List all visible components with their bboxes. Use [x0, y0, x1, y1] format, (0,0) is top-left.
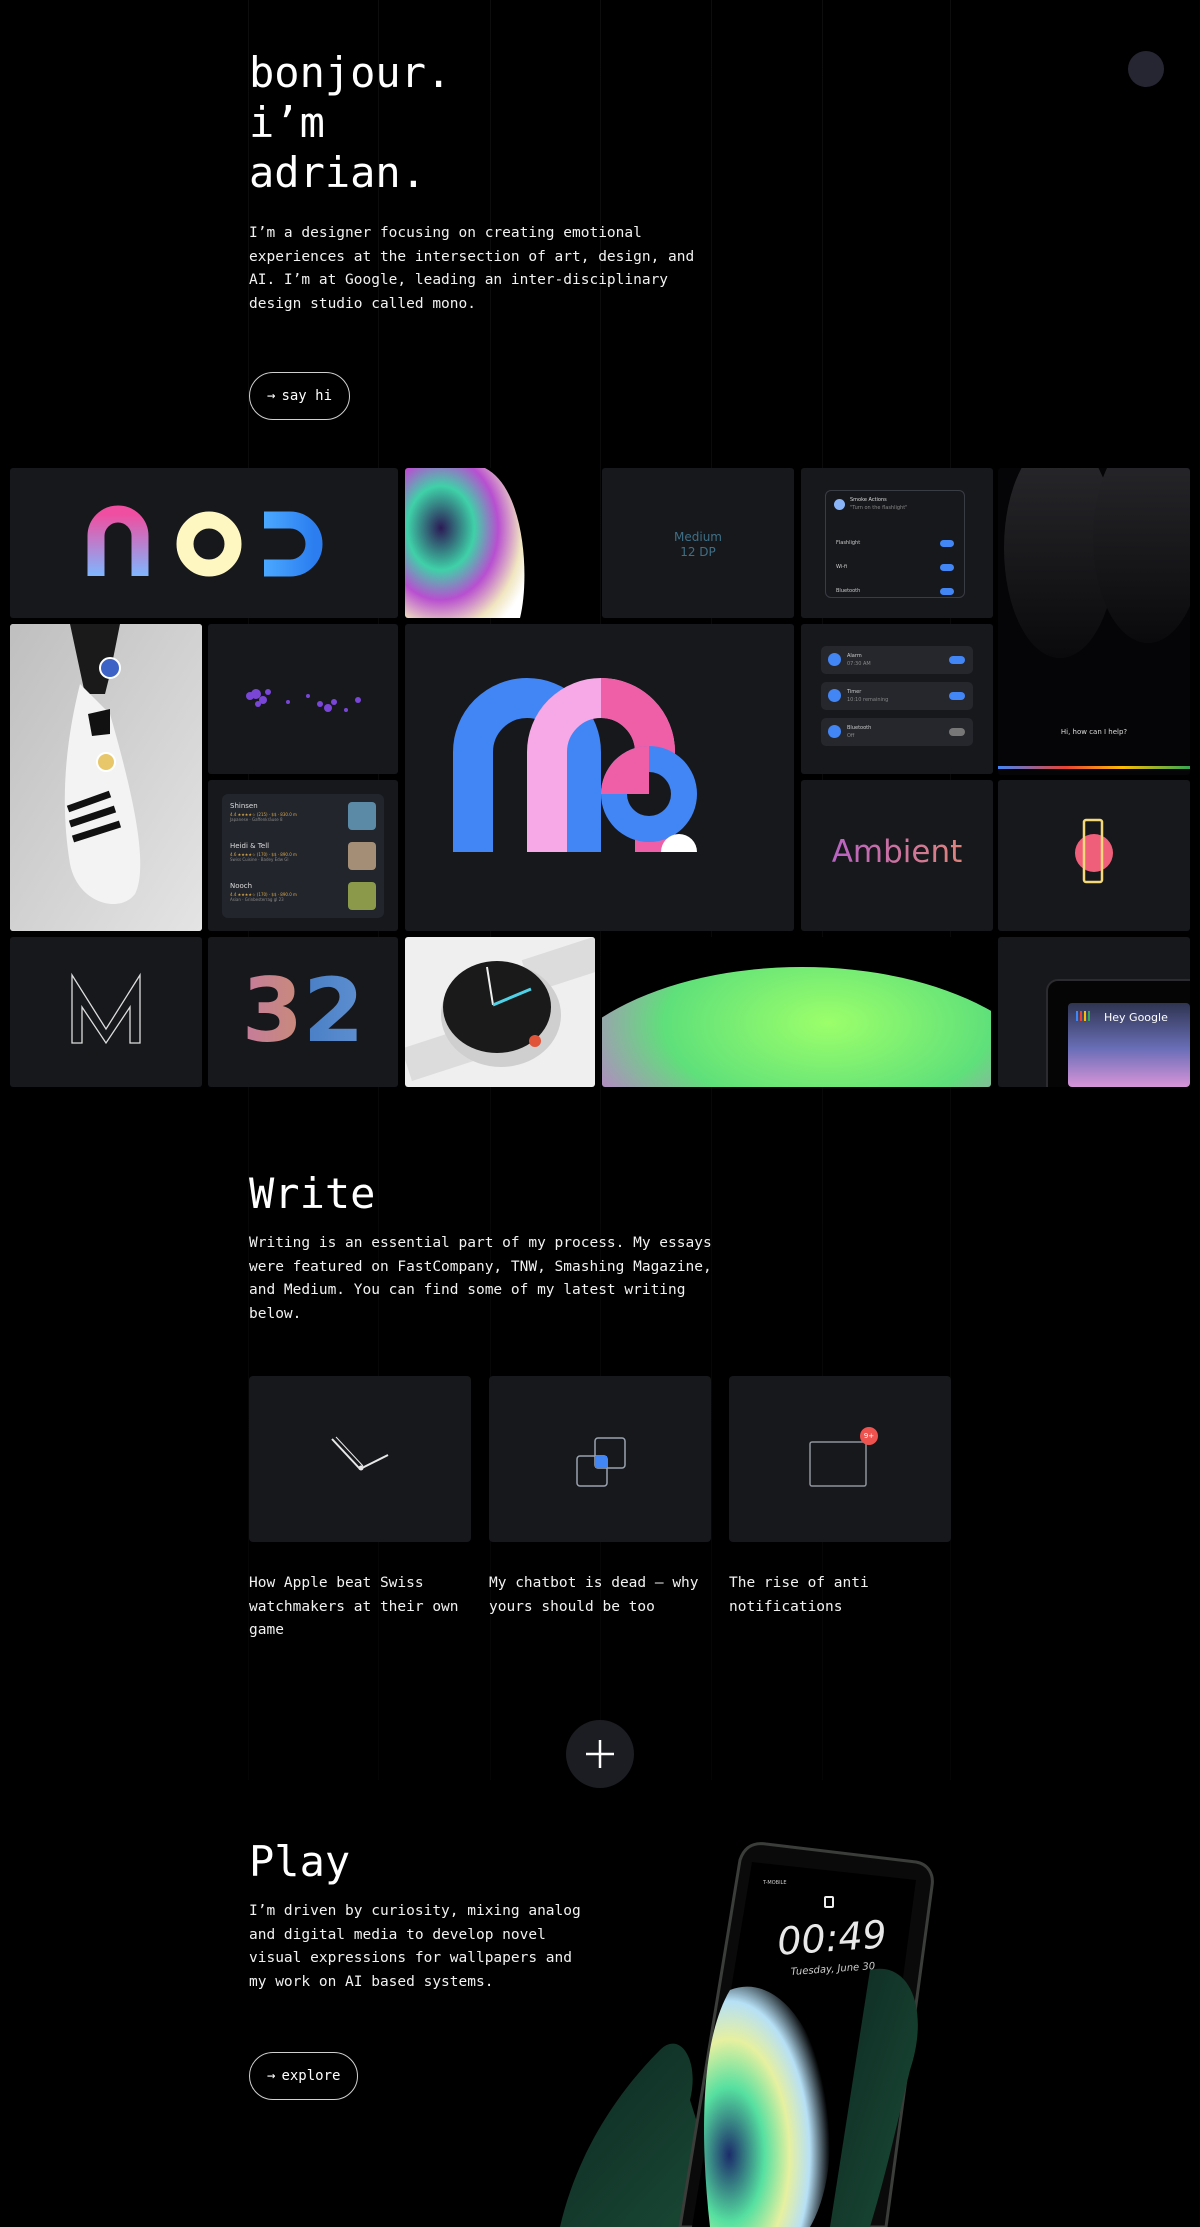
- arrow-right-icon: →: [267, 2068, 276, 2084]
- tile-restaurant-list[interactable]: Shinsen 4.4 ★★★★☆ (215) · $$ · 830.0 m J…: [208, 780, 398, 931]
- phone-in-hand-image: T-MOBILE 00:49 Tuesday, June 30: [530, 1840, 1000, 2227]
- hey-google-label: Hey Google: [1104, 1011, 1168, 1024]
- dp-label: 12 DP: [680, 545, 716, 559]
- tile-pin-shape[interactable]: [998, 780, 1190, 931]
- tile-m-monogram[interactable]: [10, 937, 202, 1087]
- article-thumbnail: 9+: [729, 1376, 951, 1542]
- overlap-squares-icon: [576, 1437, 626, 1487]
- explore-label: explore: [281, 2068, 341, 2084]
- restaurant-item[interactable]: Heidi & Tell 4.6 ★★★★☆ (170) · $$ · 890.…: [230, 842, 376, 876]
- toggle-on[interactable]: [940, 563, 954, 571]
- write-intro: Writing is an essential part of my proce…: [249, 1235, 712, 1322]
- plus-icon: [586, 1740, 614, 1768]
- bluetooth-title: Bluetooth: [847, 725, 872, 731]
- tile-world-map[interactable]: [208, 624, 398, 774]
- work-grid: Medium 12 DP Smoke Actions "Turn on the …: [10, 468, 1190, 1087]
- explore-button[interactable]: → explore: [249, 2052, 359, 2100]
- number-32-label: 32: [208, 961, 398, 1061]
- bluetooth-icon: [828, 725, 841, 738]
- tile-hey-google-tablet[interactable]: Hey Google: [998, 937, 1190, 1087]
- watch-hands-icon: [331, 1436, 389, 1471]
- notification-badge: 9+: [860, 1427, 878, 1445]
- ambient-label: Ambient: [801, 834, 993, 870]
- settings-row-flashlight: Flashlight: [836, 540, 861, 546]
- tile-alarm-list[interactable]: Alarm 07:30 AM Timer 10:10 remaining Blu…: [801, 624, 993, 774]
- restaurant-item[interactable]: Shinsen 4.4 ★★★★☆ (215) · $$ · 830.0 m J…: [230, 802, 376, 836]
- toggle-on[interactable]: [940, 539, 954, 547]
- settings-row-wifi: Wi-fi: [836, 564, 848, 570]
- lock-icon: [824, 1896, 834, 1908]
- assistant-prompt: Hi, how can I help?: [1060, 728, 1128, 736]
- restaurant-item[interactable]: Nooch 4.4 ★★★★☆ (170) · $$ · 890.0 m Asi…: [230, 882, 376, 916]
- google-mic-icon: [1076, 1011, 1090, 1021]
- greeting-line-1: bonjour.: [249, 48, 452, 97]
- article-card[interactable]: My chatbot is dead — why yours should be…: [489, 1376, 711, 1619]
- arrow-right-icon: →: [267, 388, 276, 404]
- hero-intro: I’m a designer focusing on creating emot…: [249, 225, 695, 312]
- article-card[interactable]: 9+ The rise of anti notifications: [729, 1376, 951, 1619]
- settings-title: Smoke Actions: [850, 497, 887, 503]
- theme-toggle-dot[interactable]: [1128, 51, 1164, 87]
- toggle-on[interactable]: [949, 692, 965, 700]
- tile-number-32[interactable]: 32: [208, 937, 398, 1087]
- restaurant-photo: [348, 802, 376, 830]
- article-title[interactable]: My chatbot is dead — why yours should be…: [489, 1572, 711, 1619]
- greeting-line-3: adrian.: [249, 148, 427, 197]
- alarm-sub: 07:30 AM: [847, 661, 871, 667]
- write-section: Write Writing is an essential part of my…: [249, 1170, 729, 1326]
- article-title[interactable]: The rise of anti notifications: [729, 1572, 951, 1619]
- settings-subtitle: "Turn on the flashlight": [850, 505, 908, 511]
- tile-mono-logo[interactable]: [405, 624, 794, 931]
- timer-sub: 10:10 remaining: [847, 697, 889, 703]
- restaurant-photo: [348, 882, 376, 910]
- timer-icon: [828, 689, 841, 702]
- tile-sneaker-photo[interactable]: [10, 624, 202, 931]
- toggle-on[interactable]: [949, 656, 965, 664]
- hero-greeting: bonjour. i’m adrian.: [249, 48, 769, 198]
- greeting-line-2: i’m: [249, 98, 325, 147]
- restaurant-photo: [348, 842, 376, 870]
- article-list: How Apple beat Swiss watchmakers at thei…: [249, 1376, 951, 1656]
- settings-row-bluetooth: Bluetooth: [836, 588, 861, 594]
- toggle-off[interactable]: [949, 728, 965, 736]
- say-hi-label: say hi: [281, 388, 333, 404]
- toggle-on[interactable]: [940, 587, 954, 595]
- article-title[interactable]: How Apple beat Swiss watchmakers at thei…: [249, 1572, 471, 1643]
- tile-assistant-screen[interactable]: Hi, how can I help?: [998, 468, 1190, 775]
- timer-title: Timer: [847, 689, 862, 695]
- tile-abstract-sphere[interactable]: [405, 468, 595, 618]
- alarm-title: Alarm: [847, 653, 862, 659]
- article-card[interactable]: How Apple beat Swiss watchmakers at thei…: [249, 1376, 471, 1643]
- tile-ambient-wordmark[interactable]: Ambient: [801, 780, 993, 931]
- article-thumbnail: [489, 1376, 711, 1542]
- tile-noo-logo[interactable]: [10, 468, 398, 618]
- hero-section: bonjour. i’m adrian. I’m a designer focu…: [249, 48, 769, 420]
- article-thumbnail: [249, 1376, 471, 1542]
- phone-clock: 00:49: [775, 1912, 889, 1964]
- phone-carrier: T-MOBILE: [763, 1880, 787, 1886]
- tile-smartwatch-photo[interactable]: [405, 937, 595, 1087]
- say-hi-button[interactable]: → say hi: [249, 372, 351, 420]
- alarm-icon: [828, 653, 841, 666]
- medium-label: Medium: [674, 530, 722, 544]
- tile-settings-panel[interactable]: Smoke Actions "Turn on the flashlight" F…: [801, 468, 993, 618]
- tile-green-planet[interactable]: [602, 937, 991, 1087]
- bluetooth-sub: Off: [847, 733, 855, 739]
- write-title: Write: [249, 1169, 376, 1218]
- tile-medium-12dp[interactable]: Medium 12 DP: [602, 468, 794, 618]
- more-articles-button[interactable]: [566, 1720, 634, 1788]
